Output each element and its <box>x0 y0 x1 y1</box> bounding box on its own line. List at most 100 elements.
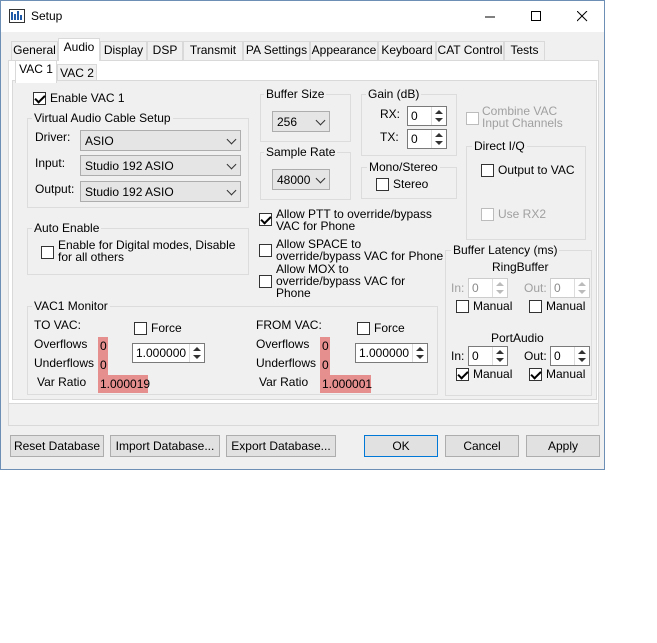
stereo-checkbox[interactable] <box>376 178 389 191</box>
apply-button[interactable]: Apply <box>526 435 600 457</box>
spin-up-icon[interactable] <box>435 110 443 114</box>
enable-vac1-label: Enable VAC 1 <box>50 91 125 105</box>
input-value: Studio 192 ASIO <box>85 159 174 173</box>
pa-in-spinner[interactable]: 0 <box>468 346 508 366</box>
from-vac-force-checkbox[interactable] <box>357 322 370 335</box>
gain-title: Gain (dB) <box>366 87 422 101</box>
spin-up-icon[interactable] <box>193 347 201 351</box>
to-vac-label: TO VAC: <box>34 318 81 332</box>
allow-mox-checkbox[interactable] <box>259 275 272 288</box>
direct-iq-group <box>466 146 586 240</box>
tab-tests[interactable]: Tests <box>504 41 545 60</box>
gain-rx-value: 0 <box>411 109 418 123</box>
spin-down-icon[interactable] <box>193 355 201 359</box>
to-vac-ratio-spinner[interactable]: 1.000000 <box>132 343 205 363</box>
spin-up-icon[interactable] <box>435 133 443 137</box>
use-rx2-label: Use RX2 <box>498 207 547 221</box>
rb-in-label: In: <box>451 281 465 295</box>
tab-dsp[interactable]: DSP <box>147 41 183 60</box>
from-vac-ratio-spinner[interactable]: 1.000000 <box>355 343 428 363</box>
pa-in-label: In: <box>451 349 465 363</box>
output-to-vac-checkbox[interactable] <box>481 164 494 177</box>
tab-keyboard[interactable]: Keyboard <box>378 41 436 60</box>
spin-down-icon[interactable] <box>435 141 443 145</box>
close-button[interactable] <box>559 1 605 32</box>
chevron-down-icon <box>226 185 237 196</box>
auto-enable-checkbox[interactable] <box>41 246 54 259</box>
spin-down-icon[interactable] <box>435 118 443 122</box>
allow-space-checkbox[interactable] <box>259 244 272 257</box>
minimize-button[interactable] <box>467 1 513 32</box>
auto-enable-title: Auto Enable <box>32 221 102 235</box>
buffer-size-select[interactable]: 256 <box>272 111 330 132</box>
chevron-down-icon <box>226 134 237 145</box>
pa-manual-in-label: Manual <box>473 367 513 381</box>
pa-out-spinner[interactable]: 0 <box>550 346 590 366</box>
combine-vac-line2: Input Channels <box>482 116 563 130</box>
from-vac-label: FROM VAC: <box>256 318 322 332</box>
mono-stereo-title: Mono/Stereo <box>367 160 440 174</box>
output-to-vac-label: Output to VAC <box>498 163 575 177</box>
tab-display[interactable]: Display <box>100 41 147 60</box>
rb-manual-in-checkbox[interactable] <box>456 300 469 313</box>
spin-down-icon[interactable] <box>496 290 504 294</box>
reset-database-button[interactable]: Reset Database <box>10 435 104 457</box>
to-vac-force-label: Force <box>151 321 182 335</box>
rb-in-spinner[interactable]: 0 <box>468 278 508 298</box>
input-select[interactable]: Studio 192 ASIO <box>80 155 241 176</box>
from-vac-overflows-value: 0 <box>320 337 330 357</box>
sample-rate-value: 48000 <box>277 173 311 187</box>
chevron-down-icon <box>315 115 326 126</box>
maximize-button[interactable] <box>513 1 559 32</box>
tab-pa-settings[interactable]: PA Settings <box>243 41 310 60</box>
spin-up-icon[interactable] <box>578 350 586 354</box>
spin-up-icon[interactable] <box>496 282 504 286</box>
output-select[interactable]: Studio 192 ASIO <box>80 181 241 202</box>
from-vac-var-ratio-label: Var Ratio <box>259 375 309 389</box>
pa-manual-out-label: Manual <box>546 367 586 381</box>
tab-audio[interactable]: Audio <box>58 38 100 61</box>
driver-select[interactable]: ASIO <box>80 130 241 151</box>
pa-out-value: 0 <box>554 349 561 363</box>
spin-up-icon[interactable] <box>578 282 586 286</box>
rb-manual-out-checkbox[interactable] <box>529 300 542 313</box>
spin-up-icon[interactable] <box>496 350 504 354</box>
spin-down-icon[interactable] <box>416 355 424 359</box>
spin-down-icon[interactable] <box>578 290 586 294</box>
from-vac-underflows-label: Underflows <box>256 356 317 370</box>
tab-general[interactable]: General <box>11 41 58 60</box>
enable-vac1-checkbox[interactable] <box>33 92 46 105</box>
driver-value: ASIO <box>85 134 114 148</box>
to-vac-force-checkbox[interactable] <box>134 322 147 335</box>
from-vac-overflows-label: Overflows <box>256 337 310 351</box>
pa-in-value: 0 <box>472 349 479 363</box>
pa-manual-in-checkbox[interactable] <box>456 368 469 381</box>
gain-tx-spinner[interactable]: 0 <box>407 129 447 149</box>
gain-rx-label: RX: <box>380 107 401 121</box>
title-bar[interactable]: Setup <box>1 1 604 32</box>
tab-cat-control[interactable]: CAT Control <box>436 41 504 60</box>
cancel-button[interactable]: Cancel <box>445 435 519 457</box>
combine-vac-checkbox[interactable] <box>466 112 479 125</box>
spin-up-icon[interactable] <box>416 347 424 351</box>
export-database-button[interactable]: Export Database... <box>226 435 336 457</box>
from-vac-underflows-value: 0 <box>320 356 330 376</box>
sample-rate-select[interactable]: 48000 <box>272 169 330 190</box>
tab-appearance[interactable]: Appearance <box>310 41 378 60</box>
spin-down-icon[interactable] <box>578 358 586 362</box>
rb-out-spinner[interactable]: 0 <box>550 278 590 298</box>
allow-ptt-checkbox[interactable] <box>259 213 272 226</box>
tab-transmit[interactable]: Transmit <box>183 41 243 60</box>
pa-manual-out-checkbox[interactable] <box>529 368 542 381</box>
spin-down-icon[interactable] <box>496 358 504 362</box>
buffer-latency-title: Buffer Latency (ms) <box>451 243 560 257</box>
ok-button[interactable]: OK <box>364 435 438 457</box>
import-database-button[interactable]: Import Database... <box>110 435 220 457</box>
pa-out-label: Out: <box>524 349 547 363</box>
rb-in-value: 0 <box>472 281 479 295</box>
use-rx2-checkbox[interactable] <box>481 208 494 221</box>
cable-setup-title: Virtual Audio Cable Setup <box>32 111 173 125</box>
to-vac-overflows-value: 0 <box>98 337 108 357</box>
gain-rx-spinner[interactable]: 0 <box>407 106 447 126</box>
tab-vac1[interactable]: VAC 1 <box>15 60 57 83</box>
